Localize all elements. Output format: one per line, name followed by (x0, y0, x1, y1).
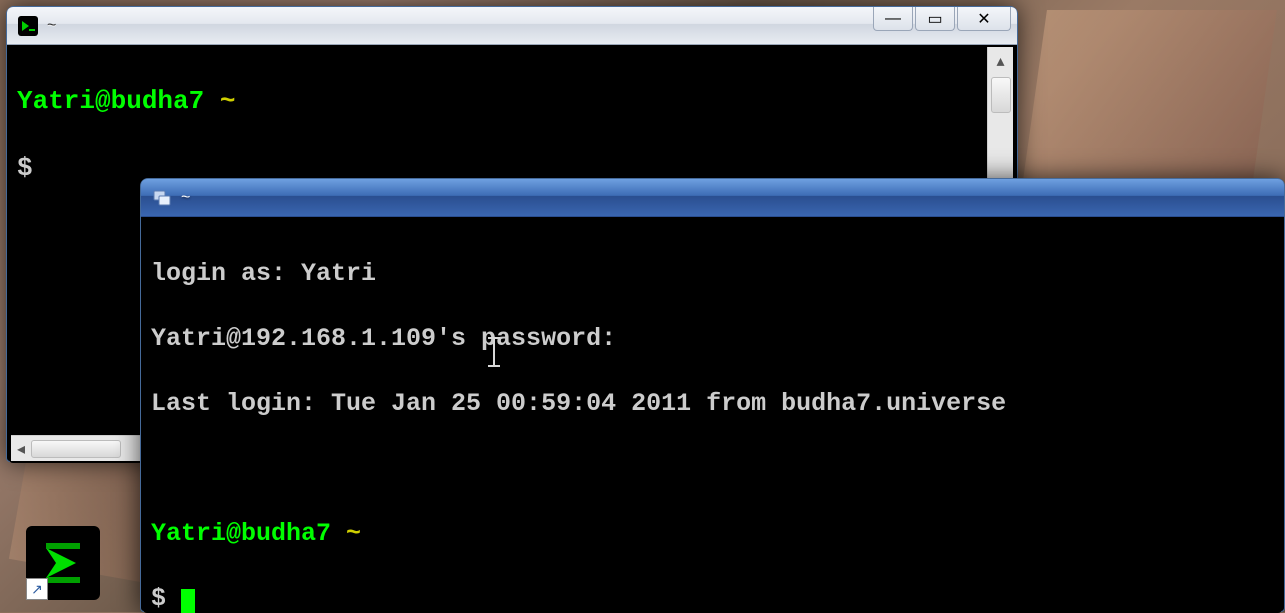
scroll-left-icon[interactable]: ◂ (17, 439, 25, 459)
maximize-icon: ▭ (927, 9, 942, 29)
foreground-window-title: ~ (181, 189, 190, 207)
shortcut-arrow-glyph: ↗ (31, 581, 43, 598)
close-icon: ✕ (977, 9, 990, 29)
shortcut-overlay-icon: ↗ (26, 578, 48, 600)
close-button[interactable]: ✕ (957, 7, 1011, 31)
prompt-symbol: $ (151, 584, 166, 613)
terminal-cursor (181, 589, 195, 613)
maximize-button[interactable]: ▭ (915, 7, 955, 31)
background-window-title: ~ (47, 17, 56, 35)
desktop-background-shape (1023, 10, 1277, 180)
prompt-user-host: Yatri@budha7 (17, 86, 204, 116)
prompt-symbol: $ (17, 153, 33, 183)
cygwin-terminal-icon (17, 15, 39, 37)
foreground-window-titlebar[interactable]: ~ (141, 179, 1284, 217)
foreground-terminal-content[interactable]: login as: Yatri Yatri@192.168.1.109's pa… (143, 217, 1282, 613)
horizontal-scrollbar[interactable]: ◂ (11, 435, 141, 461)
cygwin-desktop-shortcut[interactable]: ↗ (18, 518, 108, 608)
text-cursor-ibeam (493, 337, 495, 367)
minimize-icon: — (885, 10, 901, 28)
login-as-line: login as: Yatri (151, 259, 376, 288)
password-line: Yatri@192.168.1.109's password: (151, 324, 616, 353)
scroll-up-icon[interactable]: ▴ (996, 51, 1004, 71)
prompt-user-host: Yatri@budha7 (151, 519, 331, 548)
last-login-line: Last login: Tue Jan 25 00:59:04 2011 fro… (151, 389, 1006, 418)
putty-terminal-icon (151, 187, 173, 209)
scroll-thumb[interactable] (991, 77, 1011, 113)
foreground-terminal-window: ~ login as: Yatri Yatri@192.168.1.109's … (140, 178, 1285, 612)
prompt-path: ~ (346, 519, 361, 548)
scroll-thumb-horizontal[interactable] (31, 440, 121, 458)
prompt-path: ~ (220, 86, 236, 116)
minimize-button[interactable]: — (873, 7, 913, 31)
shortcut-tile: ↗ (26, 526, 100, 600)
background-window-titlebar[interactable]: ~ — ▭ ✕ (7, 7, 1017, 45)
